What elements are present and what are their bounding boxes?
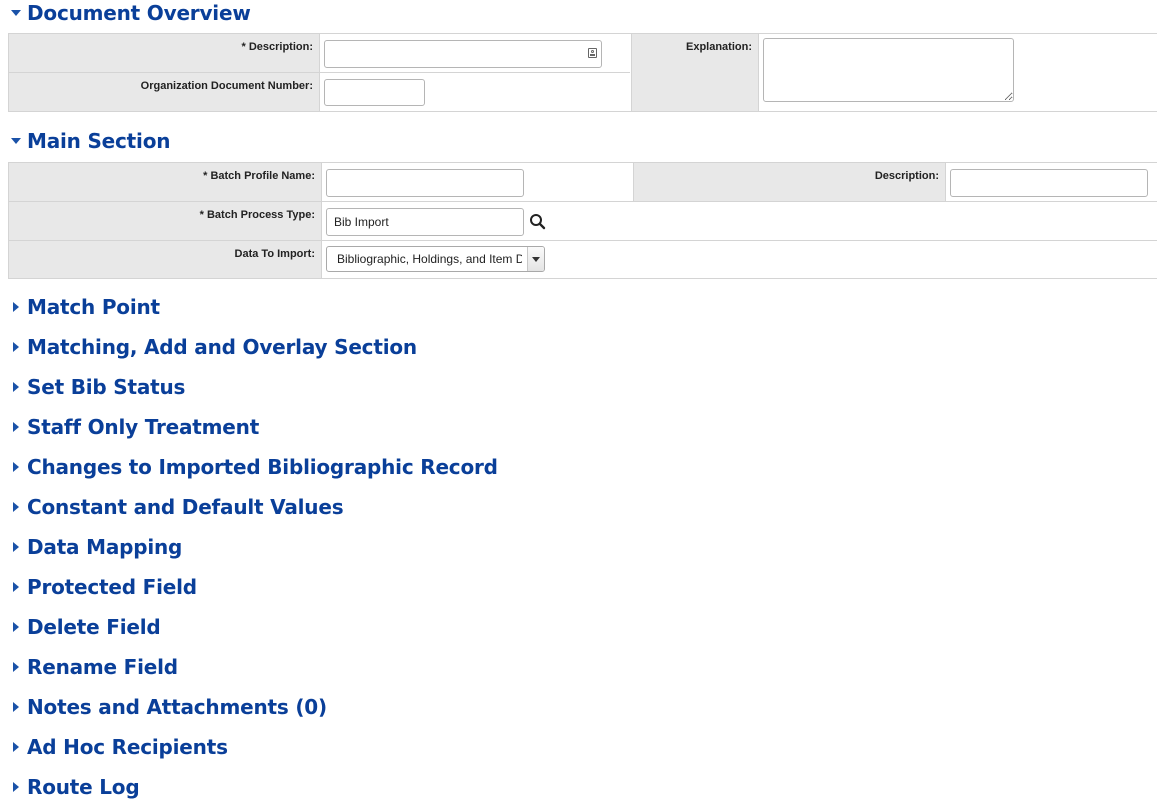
section-header-collapsed[interactable]: Ad Hoc Recipients xyxy=(0,734,228,760)
section-header-collapsed[interactable]: Staff Only Treatment xyxy=(0,414,259,440)
triangle-right-icon xyxy=(0,334,27,360)
section-title: Document Overview xyxy=(27,1,251,25)
explanation-textarea[interactable] xyxy=(763,38,1014,102)
main-description-input[interactable] xyxy=(950,169,1148,197)
section-header-collapsed[interactable]: Route Log xyxy=(0,774,140,800)
section-title: Protected Field xyxy=(27,575,197,599)
section-header-collapsed[interactable]: Changes to Imported Bibliographic Record xyxy=(0,454,498,480)
section-title: Main Section xyxy=(27,129,171,153)
batch-profile-name-label: * Batch Profile Name: xyxy=(9,163,321,201)
triangle-right-icon xyxy=(0,294,27,320)
main-description-label: Description: xyxy=(633,163,945,201)
section-header-collapsed[interactable]: Match Point xyxy=(0,294,160,320)
batch-process-type-input[interactable] xyxy=(326,208,524,236)
data-to-import-select[interactable]: Bibliographic, Holdings, and Item Data xyxy=(326,246,545,272)
triangle-right-icon xyxy=(0,694,27,720)
contact-card-icon xyxy=(588,48,597,58)
section-header-collapsed[interactable]: Notes and Attachments (0) xyxy=(0,694,327,720)
org-doc-number-label: Organization Document Number: xyxy=(9,73,319,111)
triangle-right-icon xyxy=(0,574,27,600)
description-label: * Description: xyxy=(9,34,319,72)
triangle-right-icon xyxy=(0,654,27,680)
section-title: Ad Hoc Recipients xyxy=(27,735,228,759)
section-header-main-section[interactable]: Main Section xyxy=(0,128,170,154)
batch-profile-name-input[interactable] xyxy=(326,169,524,197)
section-title: Set Bib Status xyxy=(27,375,186,399)
triangle-right-icon xyxy=(0,374,27,400)
section-title: Rename Field xyxy=(27,655,178,679)
section-title: Data Mapping xyxy=(27,535,183,559)
section-title: Notes and Attachments (0) xyxy=(27,695,327,719)
section-header-collapsed[interactable]: Rename Field xyxy=(0,654,178,680)
section-title: Route Log xyxy=(27,775,140,799)
section-header-collapsed[interactable]: Delete Field xyxy=(0,614,161,640)
section-header-collapsed[interactable]: Constant and Default Values xyxy=(0,494,344,520)
triangle-right-icon xyxy=(0,494,27,520)
section-header-collapsed[interactable]: Set Bib Status xyxy=(0,374,185,400)
triangle-down-icon xyxy=(0,0,27,26)
section-header-document-overview[interactable]: Document Overview xyxy=(0,0,251,26)
chevron-down-icon[interactable] xyxy=(527,247,544,271)
triangle-down-icon xyxy=(0,128,27,154)
triangle-right-icon xyxy=(0,454,27,480)
triangle-right-icon xyxy=(0,774,27,800)
section-title: Staff Only Treatment xyxy=(27,415,260,439)
section-title: Match Point xyxy=(27,295,160,319)
batch-process-type-label: * Batch Process Type: xyxy=(9,202,321,240)
section-title: Changes to Imported Bibliographic Record xyxy=(27,455,498,479)
org-doc-number-input[interactable] xyxy=(324,79,425,106)
data-to-import-value: Bibliographic, Holdings, and Item Data xyxy=(337,252,522,266)
section-title: Constant and Default Values xyxy=(27,495,344,519)
section-header-collapsed[interactable]: Data Mapping xyxy=(0,534,182,560)
triangle-right-icon xyxy=(0,734,27,760)
triangle-right-icon xyxy=(0,534,27,560)
section-title: Delete Field xyxy=(27,615,161,639)
triangle-right-icon xyxy=(0,614,27,640)
triangle-right-icon xyxy=(0,414,27,440)
section-header-collapsed[interactable]: Protected Field xyxy=(0,574,197,600)
section-title: Matching, Add and Overlay Section xyxy=(27,335,417,359)
search-icon[interactable] xyxy=(529,213,547,231)
description-input[interactable] xyxy=(324,40,602,68)
data-to-import-label: Data To Import: xyxy=(9,241,321,278)
explanation-label: Explanation: xyxy=(631,34,758,111)
section-header-collapsed[interactable]: Matching, Add and Overlay Section xyxy=(0,334,417,360)
